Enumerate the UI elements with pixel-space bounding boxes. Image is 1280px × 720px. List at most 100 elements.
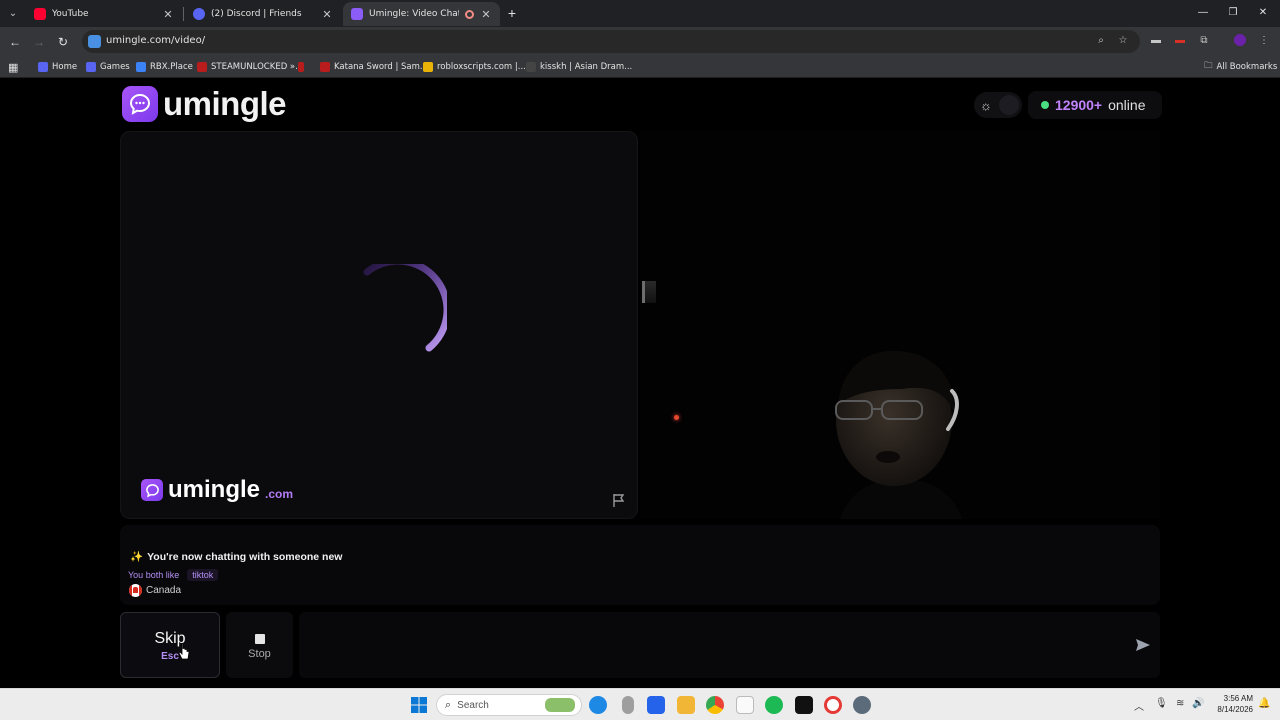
umingle-logo[interactable]: umingle	[122, 85, 287, 122]
notification-bell-icon[interactable]: 🔔	[1258, 698, 1270, 709]
browser-menu-icon[interactable]: ⋮	[1256, 34, 1272, 48]
bookmark-favicon	[38, 62, 48, 72]
bookmark-favicon	[526, 62, 536, 72]
wifi-icon[interactable]: ≋	[1176, 698, 1184, 709]
chrome-icon[interactable]	[706, 696, 724, 714]
online-status-dot	[1041, 101, 1049, 109]
url-text[interactable]: umingle.com/video/	[106, 35, 205, 46]
tab-youtube[interactable]: YouTube ✕	[26, 2, 182, 26]
watermark-name: umingle	[168, 476, 261, 503]
online-label: online	[1108, 97, 1146, 113]
site-info-icon[interactable]	[88, 35, 101, 48]
sun-icon: ☼	[980, 97, 992, 113]
bookmark-robloxscripts[interactable]: robloxscripts.com |...	[423, 60, 526, 74]
stop-button[interactable]: Stop	[226, 612, 293, 678]
bookmark-katana-sword[interactable]: Katana Sword | Sam...	[320, 60, 428, 74]
toggle-knob	[999, 95, 1019, 115]
terminal-icon[interactable]	[795, 696, 813, 714]
bookmark-favicon	[86, 62, 96, 72]
recording-indicator-icon	[465, 9, 474, 19]
tray-overflow-icon[interactable]: ︿	[1134, 698, 1144, 713]
minimize-icon[interactable]: —	[1193, 4, 1213, 22]
bookmark-favicon	[136, 62, 146, 72]
online-count: 12900+	[1055, 97, 1103, 113]
bookmark-unnamed[interactable]	[298, 60, 304, 74]
file-explorer-icon[interactable]	[677, 696, 695, 714]
close-window-icon[interactable]: ✕	[1253, 4, 1273, 22]
mouse-cursor	[178, 643, 190, 660]
skip-shortcut: Esc	[161, 651, 179, 662]
report-flag-icon[interactable]	[611, 492, 627, 508]
volume-icon[interactable]: 🔊	[1192, 698, 1204, 709]
reload-icon[interactable]: ↻	[54, 33, 72, 51]
message-input[interactable]	[299, 612, 1160, 678]
folder-icon: 🗀	[1204, 61, 1213, 71]
youtube-icon	[34, 8, 46, 20]
taskbar-search[interactable]: ⌕ Search	[436, 694, 582, 716]
notepad-icon[interactable]	[736, 696, 754, 714]
microphone-icon[interactable]: 🎙	[1155, 698, 1168, 709]
stranger-video-panel: umingle .com	[120, 131, 638, 519]
theme-toggle[interactable]: ☼	[974, 92, 1022, 118]
bookmark-favicon	[298, 62, 304, 72]
address-bar[interactable]: umingle.com/video/ ⌕ ☆	[82, 30, 1140, 53]
bookmark-kisskh[interactable]: kisskh | Asian Dram...	[526, 60, 632, 74]
tab-divider	[183, 7, 184, 21]
umingle-tab-icon	[351, 8, 363, 20]
send-icon[interactable]	[1134, 636, 1152, 654]
back-icon[interactable]: ←	[6, 33, 24, 51]
system-clock[interactable]: 3:56 AM 8/14/2026	[1207, 693, 1253, 715]
chat-bubble-icon	[141, 479, 163, 501]
spotify-icon[interactable]	[765, 696, 783, 714]
windows-taskbar: ⌕ Search ︿ 🎙 ≋ 🔊 3:56 AM 8/14/2026 🔔	[0, 688, 1280, 720]
forward-icon[interactable]: →	[30, 33, 48, 51]
tab-search-icon[interactable]: ⌄	[4, 5, 22, 23]
shared-interests: You both like tiktok	[128, 569, 219, 581]
system-message-text: You're now chatting with someone new	[147, 550, 343, 563]
umingle-page: umingle ☼ 12900+ online umingle .com ✨ Y…	[0, 79, 1280, 688]
settings-gear-icon[interactable]	[853, 696, 871, 714]
windows-start-icon[interactable]	[410, 696, 428, 714]
bookmark-rbx-place[interactable]: RBX.Place	[136, 60, 193, 74]
new-tab-button[interactable]: +	[503, 5, 521, 23]
apps-grid-icon[interactable]: ▦	[8, 60, 18, 74]
tab-umingle[interactable]: Umingle: Video Chat with S ✕	[343, 2, 500, 26]
close-tab-icon[interactable]: ✕	[162, 8, 174, 21]
clock-time: 3:56 AM	[1223, 694, 1253, 703]
tab-discord[interactable]: (2) Discord | Friends ✕	[185, 2, 341, 26]
zoom-icon[interactable]: ⌕	[1094, 34, 1108, 48]
self-camera-feed	[640, 131, 1160, 519]
shared-interests-label: You both like	[128, 570, 180, 580]
mouse-app-icon[interactable]	[622, 696, 634, 714]
stranger-country: Canada	[129, 584, 181, 597]
all-bookmarks[interactable]: 🗀 All Bookmarks	[1204, 60, 1277, 74]
bookmark-star-icon[interactable]: ☆	[1116, 34, 1130, 48]
calculator-icon[interactable]	[647, 696, 665, 714]
stop-icon	[255, 634, 265, 644]
restore-icon[interactable]: ❐	[1223, 4, 1243, 22]
bookmark-home[interactable]: Home	[38, 60, 77, 74]
browser-tabstrip: ⌄ YouTube ✕ (2) Discord | Friends ✕ Umin…	[0, 0, 1280, 27]
bookmark-steamunlocked[interactable]: STEAMUNLOCKED »...	[197, 60, 303, 74]
edge-icon[interactable]	[589, 696, 607, 714]
extensions-puzzle-icon[interactable]: ⧉	[1196, 34, 1212, 48]
online-counter: 12900+ online	[1028, 91, 1162, 119]
bookmark-favicon	[320, 62, 330, 72]
bookmarks-bar: ▦ Home Games RBX.Place STEAMUNLOCKED »..…	[0, 56, 1280, 78]
umingle-watermark: umingle .com	[141, 476, 293, 504]
extension-icon[interactable]: ▬	[1148, 34, 1164, 48]
close-tab-icon[interactable]: ✕	[321, 8, 333, 21]
skip-button[interactable]: Skip Esc	[120, 612, 220, 678]
bookmark-games[interactable]: Games	[86, 60, 130, 74]
loading-spinner-icon	[363, 264, 447, 352]
watermark-domain: .com	[265, 487, 294, 501]
close-tab-icon[interactable]: ✕	[480, 8, 492, 21]
tab-title: (2) Discord | Friends	[211, 9, 302, 19]
canada-flag-icon	[129, 584, 142, 597]
sparkles-icon: ✨	[130, 551, 144, 563]
opera-icon[interactable]	[824, 696, 842, 714]
search-highlight-icon	[545, 698, 575, 712]
profile-avatar-icon[interactable]	[1232, 34, 1248, 48]
extension-red-icon[interactable]: ▬	[1172, 34, 1188, 48]
tab-title: YouTube	[52, 9, 89, 19]
